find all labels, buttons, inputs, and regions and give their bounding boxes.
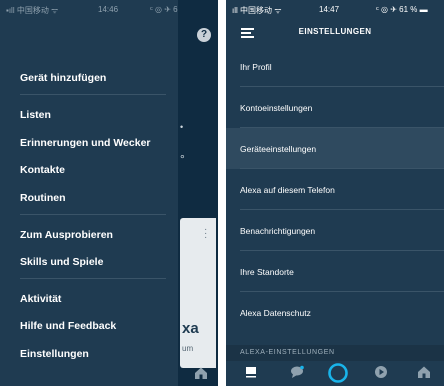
settings-item-label: Kontoeinstellungen xyxy=(240,103,313,113)
settings-item-label: Ihre Standorte xyxy=(240,267,294,277)
menu-divider xyxy=(20,278,166,279)
peek-card-subtitle: um xyxy=(182,344,194,353)
alexa-ring-icon[interactable] xyxy=(327,362,349,384)
peek-card-title: xa xyxy=(182,320,199,337)
home-icon[interactable] xyxy=(244,365,258,379)
settings-item-alexa-on-phone[interactable]: Alexa auf diesem Telefon xyxy=(226,169,444,210)
devices-home-icon[interactable] xyxy=(194,366,208,380)
menu-divider xyxy=(20,94,166,95)
settings-item-device-settings[interactable]: Geräteeinstellungen xyxy=(226,128,444,169)
peek-card[interactable]: · · · xa um xyxy=(180,218,216,368)
carrier-label: ▪ıll 中国移动 ᯤ xyxy=(6,6,59,15)
chat-icon[interactable] xyxy=(289,365,305,379)
settings-item-profile[interactable]: Ihr Profil xyxy=(226,46,444,87)
peek-temperature-fragment: ° xyxy=(180,152,185,166)
left-phone-screen: ▪ıll 中国移动 ᯤ 14:46 ᶜ ◎ ✈ 61% ▬ Gerät hinz… xyxy=(0,0,218,386)
status-bar: ıll 中国移动 ᯤ 14:47 ᶜ ◎ ✈ 61 % ▬ xyxy=(226,0,444,18)
settings-item-privacy[interactable]: Alexa Datenschutz xyxy=(226,292,444,333)
menu-item-add-device[interactable]: Gerät hinzufügen xyxy=(20,72,106,84)
menu-item-try[interactable]: Zum Ausprobieren xyxy=(20,229,113,241)
menu-item-skills[interactable]: Skills und Spiele xyxy=(20,256,103,268)
menu-item-contacts[interactable]: Kontakte xyxy=(20,164,65,176)
settings-item-locations[interactable]: Ihre Standorte xyxy=(226,251,444,292)
status-battery: ᶜ ◎ ✈ 61 % ▬ xyxy=(376,5,428,14)
section-header-label: ALEXA-EINSTELLUNGEN xyxy=(240,349,335,356)
settings-item-account[interactable]: Kontoeinstellungen xyxy=(226,87,444,128)
right-phone-screen: ıll 中国移动 ᯤ 14:47 ᶜ ◎ ✈ 61 % ▬ EINSTELLUN… xyxy=(226,0,444,386)
menu-divider xyxy=(20,214,166,215)
menu-item-activity[interactable]: Aktivität xyxy=(20,293,61,305)
peek-weather-fragment: • xyxy=(180,122,184,132)
help-icon[interactable]: ? xyxy=(197,28,211,42)
settings-item-label: Geräteeinstellungen xyxy=(240,144,317,154)
menu-item-help[interactable]: Hilfe und Feedback xyxy=(20,320,116,332)
menu-item-settings[interactable]: Einstellungen xyxy=(20,348,89,360)
menu-item-reminders[interactable]: Erinnerungen und Wecker xyxy=(20,137,151,149)
settings-item-label: Benachrichtigungen xyxy=(240,226,316,236)
devices-home-icon[interactable] xyxy=(417,365,431,379)
settings-item-notifications[interactable]: Benachrichtigungen xyxy=(226,210,444,251)
play-icon[interactable] xyxy=(374,365,388,379)
settings-item-label: Ihr Profil xyxy=(240,62,272,72)
menu-item-routines[interactable]: Routinen xyxy=(20,192,66,204)
menu-item-lists[interactable]: Listen xyxy=(20,109,51,121)
page-title: EINSTELLUNGEN xyxy=(298,27,372,36)
status-time: 14:46 xyxy=(98,5,119,14)
settings-item-label: Alexa auf diesem Telefon xyxy=(240,185,335,195)
settings-item-label: Alexa Datenschutz xyxy=(240,308,311,318)
carrier-label: ıll 中国移动 ᯤ xyxy=(232,6,282,15)
more-options-icon[interactable]: · · · xyxy=(204,225,207,243)
background-screen-peek[interactable]: ? • ° · · · xa um xyxy=(178,0,218,386)
bottom-nav xyxy=(226,361,444,386)
status-time: 14:47 xyxy=(319,5,340,14)
section-header: ALEXA-EINSTELLUNGEN xyxy=(226,345,444,361)
